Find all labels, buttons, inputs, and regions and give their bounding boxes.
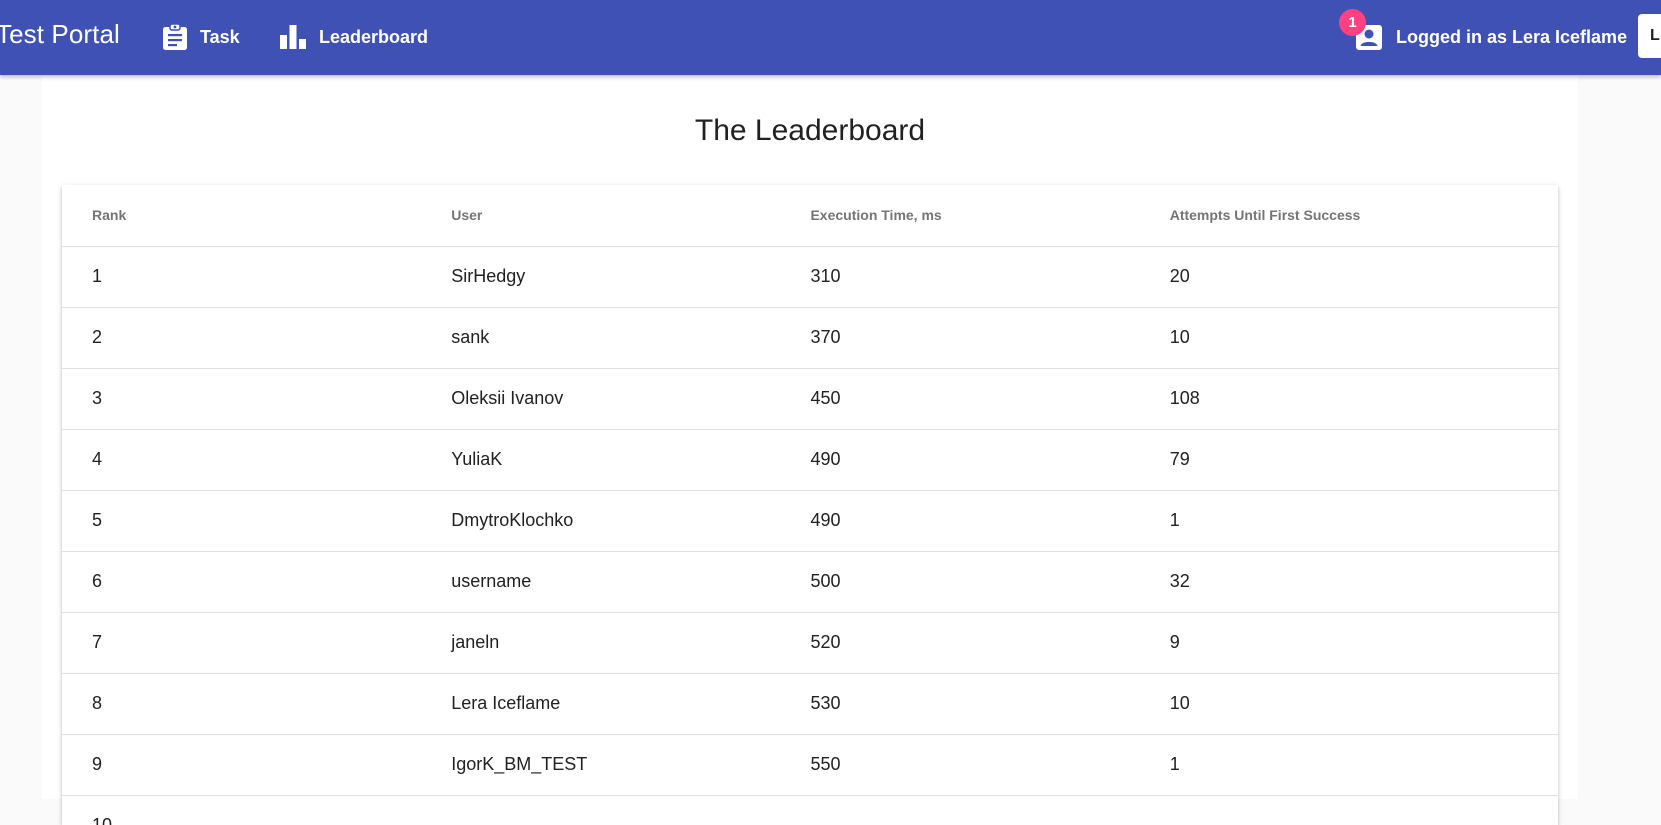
table-row: 5 DmytroKlochko 490 1 [62, 490, 1558, 552]
nav-leaderboard-label: Leaderboard [319, 26, 429, 47]
table-row: 8 Lera Iceflame 530 10 [62, 673, 1558, 735]
attempts-cell: 10 [1139, 673, 1558, 735]
user-menu[interactable]: 1 Logged in as Lera Iceflame [1339, 9, 1628, 56]
rank-cell: 1 [62, 246, 422, 308]
user-cell [421, 795, 781, 825]
table-row: 6 username 500 32 [62, 551, 1558, 613]
logout-button[interactable]: L [1638, 14, 1661, 58]
column-header-attempts[interactable]: Attempts Until First Success [1139, 185, 1558, 247]
table-row: 2 sank 370 10 [62, 307, 1558, 369]
execution-time-cell: 310 [780, 246, 1140, 308]
attempts-cell: 9 [1139, 612, 1558, 674]
notification-badge[interactable]: 1 [1339, 9, 1366, 36]
execution-time-cell [780, 795, 1140, 825]
user-cell: IgorK_BM_TEST [421, 734, 781, 796]
leaderboard-table: Rank User Execution Time, ms Attempts Un… [62, 185, 1558, 825]
attempts-cell: 32 [1139, 551, 1558, 613]
rank-cell: 2 [62, 307, 422, 369]
user-cell: Oleksii Ivanov [421, 368, 781, 430]
user-cell: sank [421, 307, 781, 369]
nav-task-button[interactable]: Task [162, 18, 240, 56]
column-header-rank[interactable]: Rank [62, 185, 422, 247]
app-title[interactable]: Test Portal [0, 19, 120, 50]
execution-time-cell: 490 [780, 490, 1140, 552]
attempts-cell: 1 [1139, 734, 1558, 796]
user-cell: SirHedgy [421, 246, 781, 308]
table-header-row: Rank User Execution Time, ms Attempts Un… [62, 185, 1558, 247]
rank-cell: 5 [62, 490, 422, 552]
table-row: 1 SirHedgy 310 20 [62, 246, 1558, 308]
rank-cell: 6 [62, 551, 422, 613]
attempts-cell: 79 [1139, 429, 1558, 491]
user-cell: YuliaK [421, 429, 781, 491]
attempts-cell: 20 [1139, 246, 1558, 308]
table-row: 10 [62, 795, 1558, 825]
attempts-cell [1139, 795, 1558, 825]
execution-time-cell: 370 [780, 307, 1140, 369]
attempts-cell: 10 [1139, 307, 1558, 369]
execution-time-cell: 450 [780, 368, 1140, 430]
execution-time-cell: 520 [780, 612, 1140, 674]
execution-time-cell: 500 [780, 551, 1140, 613]
user-cell: DmytroKlochko [421, 490, 781, 552]
attempts-cell: 108 [1139, 368, 1558, 430]
user-cell: Lera Iceflame [421, 673, 781, 735]
app-bar: Test Portal Task Leaderboard 1 Logged in… [0, 0, 1661, 75]
clipboard-icon [162, 23, 188, 51]
column-header-user[interactable]: User [421, 185, 781, 247]
user-cell: janeln [421, 612, 781, 674]
rank-cell: 7 [62, 612, 422, 674]
leaderboard-card: Rank User Execution Time, ms Attempts Un… [62, 185, 1558, 825]
rank-cell: 8 [62, 673, 422, 735]
table-row: 7 janeln 520 9 [62, 612, 1558, 674]
bar-chart-icon [279, 24, 307, 50]
rank-cell: 10 [62, 795, 422, 825]
table-row: 9 IgorK_BM_TEST 550 1 [62, 734, 1558, 796]
account-icon: 1 [1339, 9, 1384, 52]
logout-button-label: L [1650, 27, 1660, 44]
execution-time-cell: 530 [780, 673, 1140, 735]
logged-in-user-label: Logged in as Lera Iceflame [1396, 26, 1628, 47]
attempts-cell: 1 [1139, 490, 1558, 552]
nav-task-label: Task [200, 26, 240, 47]
rank-cell: 4 [62, 429, 422, 491]
table-row: 4 YuliaK 490 79 [62, 429, 1558, 491]
column-header-execution-time[interactable]: Execution Time, ms [780, 185, 1140, 247]
rank-cell: 3 [62, 368, 422, 430]
rank-cell: 9 [62, 734, 422, 796]
main-content: The Leaderboard Rank User Execution Time… [42, 75, 1578, 825]
execution-time-cell: 550 [780, 734, 1140, 796]
execution-time-cell: 490 [780, 429, 1140, 491]
user-cell: username [421, 551, 781, 613]
nav-leaderboard-button[interactable]: Leaderboard [279, 18, 428, 56]
table-row: 3 Oleksii Ivanov 450 108 [62, 368, 1558, 430]
page-title: The Leaderboard [694, 114, 926, 147]
